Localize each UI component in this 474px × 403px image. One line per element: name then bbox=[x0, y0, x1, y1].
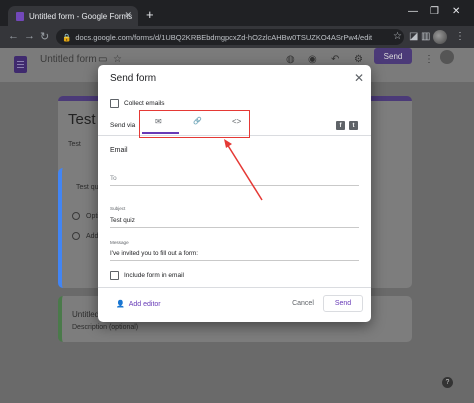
annotation-arrow bbox=[224, 139, 263, 201]
mouse-cursor-icon: ⬉ bbox=[324, 161, 333, 172]
help-icon[interactable]: ? bbox=[442, 377, 453, 388]
